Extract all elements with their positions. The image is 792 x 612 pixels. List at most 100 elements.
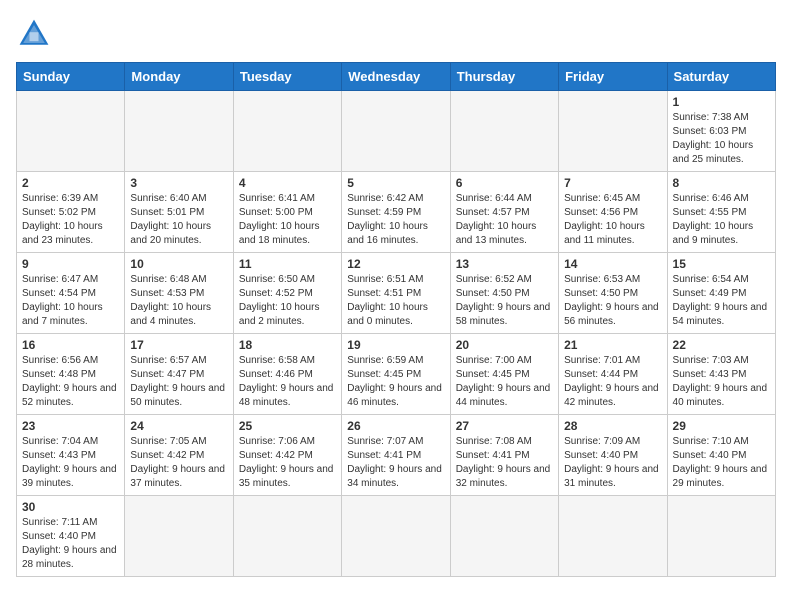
- calendar-cell: 7Sunrise: 6:45 AM Sunset: 4:56 PM Daylig…: [559, 172, 667, 253]
- calendar-cell: 27 Sunrise: 7:08 AM Sunset: 4:41 PM Dayli…: [450, 415, 558, 496]
- day-number: 11: [239, 257, 336, 271]
- calendar-cell: [559, 91, 667, 172]
- calendar-cell: 30 Sunrise: 7:11 AM Sunset: 4:40 PM Dayli…: [17, 496, 125, 577]
- calendar-cell: 12Sunrise: 6:51 AM Sunset: 4:51 PM Dayli…: [342, 253, 450, 334]
- day-number: 2: [22, 176, 119, 190]
- day-number: 19: [347, 338, 444, 352]
- calendar-cell: 11 Sunrise: 6:50 AM Sunset: 4:52 PM Dayli…: [233, 253, 341, 334]
- calendar-cell: 22 Sunrise: 7:03 AM Sunset: 4:43 PM Dayli…: [667, 334, 775, 415]
- day-info: Sunrise: 7:10 AM Sunset: 4:40 PM Dayligh…: [673, 435, 770, 491]
- day-info: Sunrise: 6:54 AM Sunset: 4:49 PM Dayligh…: [673, 273, 770, 329]
- weekday-header-saturday: Saturday: [667, 63, 775, 91]
- day-number: 17: [130, 338, 227, 352]
- calendar-cell: 23Sunrise: 7:04 AM Sunset: 4:43 PM Dayli…: [17, 415, 125, 496]
- day-number: 5: [347, 176, 444, 190]
- day-info: Sunrise: 7:09 AM Sunset: 4:40 PM Dayligh…: [564, 435, 661, 491]
- calendar-cell: 24 Sunrise: 7:05 AM Sunset: 4:42 PM Dayli…: [125, 415, 233, 496]
- day-number: 7: [564, 176, 661, 190]
- logo: [16, 16, 56, 52]
- day-number: 25: [239, 419, 336, 433]
- day-number: 24: [130, 419, 227, 433]
- day-info: Sunrise: 6:56 AM Sunset: 4:48 PM Dayligh…: [22, 354, 119, 410]
- calendar-week-row: 23Sunrise: 7:04 AM Sunset: 4:43 PM Dayli…: [17, 415, 776, 496]
- header: [16, 16, 776, 52]
- calendar-cell: [667, 496, 775, 577]
- calendar-cell: [450, 91, 558, 172]
- calendar-cell: 16 Sunrise: 6:56 AM Sunset: 4:48 PM Dayli…: [17, 334, 125, 415]
- calendar-cell: 17 Sunrise: 6:57 AM Sunset: 4:47 PM Dayli…: [125, 334, 233, 415]
- calendar-cell: 3Sunrise: 6:40 AM Sunset: 5:01 PM Daylig…: [125, 172, 233, 253]
- day-number: 15: [673, 257, 770, 271]
- calendar-cell: [125, 91, 233, 172]
- calendar-cell: 6 Sunrise: 6:44 AM Sunset: 4:57 PM Daylig…: [450, 172, 558, 253]
- day-number: 18: [239, 338, 336, 352]
- day-number: 9: [22, 257, 119, 271]
- calendar-cell: 19 Sunrise: 6:59 AM Sunset: 4:45 PM Dayli…: [342, 334, 450, 415]
- calendar-cell: 4 Sunrise: 6:41 AM Sunset: 5:00 PM Daylig…: [233, 172, 341, 253]
- calendar-cell: [559, 496, 667, 577]
- day-number: 16: [22, 338, 119, 352]
- calendar-cell: 25Sunrise: 7:06 AM Sunset: 4:42 PM Dayli…: [233, 415, 341, 496]
- calendar-cell: 28 Sunrise: 7:09 AM Sunset: 4:40 PM Dayli…: [559, 415, 667, 496]
- day-info: Sunrise: 6:47 AM Sunset: 4:54 PM Dayligh…: [22, 273, 119, 329]
- day-number: 4: [239, 176, 336, 190]
- day-number: 30: [22, 500, 119, 514]
- day-info: Sunrise: 6:57 AM Sunset: 4:47 PM Dayligh…: [130, 354, 227, 410]
- day-number: 29: [673, 419, 770, 433]
- day-info: Sunrise: 7:03 AM Sunset: 4:43 PM Dayligh…: [673, 354, 770, 410]
- day-info: Sunrise: 6:42 AM Sunset: 4:59 PM Dayligh…: [347, 192, 444, 248]
- day-number: 8: [673, 176, 770, 190]
- day-number: 20: [456, 338, 553, 352]
- calendar-cell: 20 Sunrise: 7:00 AM Sunset: 4:45 PM Dayli…: [450, 334, 558, 415]
- weekday-header-friday: Friday: [559, 63, 667, 91]
- day-info: Sunrise: 6:39 AM Sunset: 5:02 PM Dayligh…: [22, 192, 119, 248]
- calendar-cell: [233, 496, 341, 577]
- calendar-cell: [450, 496, 558, 577]
- day-info: Sunrise: 7:38 AM Sunset: 6:03 PM Dayligh…: [673, 111, 770, 167]
- day-info: Sunrise: 6:58 AM Sunset: 4:46 PM Dayligh…: [239, 354, 336, 410]
- day-info: Sunrise: 6:50 AM Sunset: 4:52 PM Dayligh…: [239, 273, 336, 329]
- day-info: Sunrise: 7:05 AM Sunset: 4:42 PM Dayligh…: [130, 435, 227, 491]
- calendar-week-row: 30 Sunrise: 7:11 AM Sunset: 4:40 PM Dayli…: [17, 496, 776, 577]
- day-info: Sunrise: 6:53 AM Sunset: 4:50 PM Dayligh…: [564, 273, 661, 329]
- day-info: Sunrise: 6:52 AM Sunset: 4:50 PM Dayligh…: [456, 273, 553, 329]
- day-info: Sunrise: 7:01 AM Sunset: 4:44 PM Dayligh…: [564, 354, 661, 410]
- calendar-cell: 9 Sunrise: 6:47 AM Sunset: 4:54 PM Daylig…: [17, 253, 125, 334]
- calendar-cell: 29 Sunrise: 7:10 AM Sunset: 4:40 PM Dayli…: [667, 415, 775, 496]
- day-info: Sunrise: 7:08 AM Sunset: 4:41 PM Dayligh…: [456, 435, 553, 491]
- calendar-week-row: 9 Sunrise: 6:47 AM Sunset: 4:54 PM Daylig…: [17, 253, 776, 334]
- calendar-cell: 21 Sunrise: 7:01 AM Sunset: 4:44 PM Dayli…: [559, 334, 667, 415]
- day-info: Sunrise: 7:11 AM Sunset: 4:40 PM Dayligh…: [22, 516, 119, 572]
- calendar-table: SundayMondayTuesdayWednesdayThursdayFrid…: [16, 62, 776, 577]
- day-info: Sunrise: 7:04 AM Sunset: 4:43 PM Dayligh…: [22, 435, 119, 491]
- weekday-header-tuesday: Tuesday: [233, 63, 341, 91]
- day-info: Sunrise: 6:59 AM Sunset: 4:45 PM Dayligh…: [347, 354, 444, 410]
- calendar-cell: 13Sunrise: 6:52 AM Sunset: 4:50 PM Dayli…: [450, 253, 558, 334]
- weekday-header-thursday: Thursday: [450, 63, 558, 91]
- day-info: Sunrise: 6:44 AM Sunset: 4:57 PM Dayligh…: [456, 192, 553, 248]
- day-number: 26: [347, 419, 444, 433]
- weekday-header-monday: Monday: [125, 63, 233, 91]
- calendar-cell: 18 Sunrise: 6:58 AM Sunset: 4:46 PM Dayli…: [233, 334, 341, 415]
- calendar-cell: 26 Sunrise: 7:07 AM Sunset: 4:41 PM Dayli…: [342, 415, 450, 496]
- day-number: 21: [564, 338, 661, 352]
- calendar-cell: 5 Sunrise: 6:42 AM Sunset: 4:59 PM Daylig…: [342, 172, 450, 253]
- day-number: 3: [130, 176, 227, 190]
- day-number: 28: [564, 419, 661, 433]
- day-info: Sunrise: 7:07 AM Sunset: 4:41 PM Dayligh…: [347, 435, 444, 491]
- day-info: Sunrise: 6:41 AM Sunset: 5:00 PM Dayligh…: [239, 192, 336, 248]
- day-number: 10: [130, 257, 227, 271]
- calendar-week-row: 1Sunrise: 7:38 AM Sunset: 6:03 PM Daylig…: [17, 91, 776, 172]
- day-info: Sunrise: 6:48 AM Sunset: 4:53 PM Dayligh…: [130, 273, 227, 329]
- day-number: 22: [673, 338, 770, 352]
- day-number: 6: [456, 176, 553, 190]
- day-info: Sunrise: 6:51 AM Sunset: 4:51 PM Dayligh…: [347, 273, 444, 329]
- weekday-header-sunday: Sunday: [17, 63, 125, 91]
- calendar-week-row: 16 Sunrise: 6:56 AM Sunset: 4:48 PM Dayli…: [17, 334, 776, 415]
- day-number: 27: [456, 419, 553, 433]
- day-info: Sunrise: 7:00 AM Sunset: 4:45 PM Dayligh…: [456, 354, 553, 410]
- day-number: 14: [564, 257, 661, 271]
- calendar-cell: 15 Sunrise: 6:54 AM Sunset: 4:49 PM Dayli…: [667, 253, 775, 334]
- calendar-cell: 2 Sunrise: 6:39 AM Sunset: 5:02 PM Daylig…: [17, 172, 125, 253]
- calendar-cell: [233, 91, 341, 172]
